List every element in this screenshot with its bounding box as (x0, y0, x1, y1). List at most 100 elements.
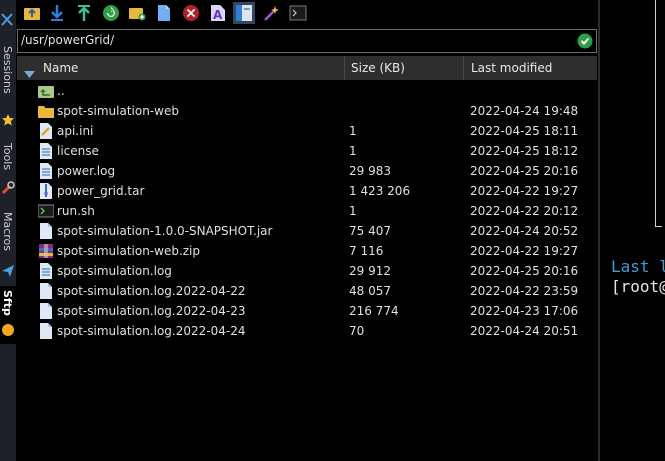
file-icon (38, 223, 54, 239)
column-divider[interactable] (463, 56, 464, 80)
file-modified: 2022-04-24 20:52 (470, 224, 579, 238)
text-file-icon (38, 143, 54, 159)
file-size: 1 (349, 204, 357, 218)
tab-tools-label: Tools (1, 143, 14, 171)
parent-folder-button[interactable] (21, 2, 43, 24)
file-size: 29 983 (349, 164, 391, 178)
tab-sessions-label: Sessions (1, 46, 14, 94)
close-icon[interactable] (0, 10, 16, 30)
text-file-icon (38, 163, 54, 179)
file-icon (38, 323, 54, 339)
terminal-icon (289, 5, 307, 21)
file-row-parent[interactable]: .. (16, 81, 598, 101)
file-size: 29 912 (349, 264, 391, 278)
open-terminal-button[interactable] (287, 2, 309, 24)
file-row[interactable]: api.ini 1 2022-04-25 18:11 (16, 121, 598, 141)
follow-terminal-button[interactable] (233, 2, 255, 24)
refresh-icon (103, 5, 119, 21)
check-icon[interactable] (577, 33, 593, 53)
tools-icon (1, 180, 15, 199)
file-size: 1 (349, 144, 357, 158)
file-name: run.sh (57, 204, 95, 218)
file-name: spot-simulation.log.2022-04-24 (57, 324, 246, 338)
file-icon (38, 283, 54, 299)
tab-sftp-active[interactable]: Sftp (0, 286, 16, 344)
file-size: 70 (349, 324, 365, 338)
file-modified: 2022-04-24 20:51 (470, 324, 579, 338)
file-modified: 2022-04-23 17:06 (470, 304, 579, 318)
column-header-name[interactable]: Name (43, 56, 78, 80)
new-folder-button[interactable] (126, 2, 148, 24)
left-sidebar: Sessions Tools Macros Sftp (0, 0, 17, 461)
settings-wand-button[interactable] (260, 2, 282, 24)
file-row[interactable]: power_grid.tar 1 423 206 2022-04-22 19:2… (16, 181, 598, 201)
file-row[interactable]: spot-simulation.log.2022-04-23 216 774 2… (16, 301, 598, 321)
folder-icon (38, 103, 54, 119)
delete-button[interactable] (180, 2, 202, 24)
column-divider[interactable] (344, 56, 345, 80)
new-file-button[interactable] (153, 2, 175, 24)
upload-arrow-icon (78, 5, 90, 21)
sftp-icon (1, 322, 15, 341)
file-size: 1 423 206 (349, 184, 411, 198)
sftp-browser-panel: A /usr/powerGrid/ Name Size (KB) Last mo… (16, 0, 598, 461)
file-row[interactable]: spot-simulation.log.2022-04-24 70 2022-0… (16, 321, 598, 341)
file-row[interactable]: spot-simulation.log.2022-04-22 48 057 20… (16, 281, 598, 301)
parent-folder-icon (38, 83, 54, 99)
file-modified: 2022-04-25 18:11 (470, 124, 579, 138)
file-name: spot-simulation-web (57, 104, 179, 118)
file-modified: 2022-04-25 20:16 (470, 164, 579, 178)
file-name: spot-simulation-web.zip (57, 244, 201, 258)
column-header-modified[interactable]: Last modified (471, 56, 552, 80)
tab-macros[interactable]: Macros (0, 212, 16, 262)
file-size: 1 (349, 124, 357, 138)
file-name: api.ini (57, 124, 94, 138)
svg-text:A: A (213, 8, 223, 22)
archive-file-icon (38, 183, 54, 199)
refresh-button[interactable] (100, 2, 122, 24)
terminal-banner-box (655, 0, 662, 227)
file-size: 216 774 (349, 304, 399, 318)
delete-icon (183, 5, 199, 21)
new-folder-icon (129, 8, 146, 21)
path-bar[interactable]: /usr/powerGrid/ (17, 29, 597, 53)
file-list-header: Name Size (KB) Last modified (17, 56, 597, 80)
file-modified: 2022-04-24 19:48 (470, 104, 579, 118)
file-list: .. spot-simulation-web 2022-04-24 19:48 … (16, 81, 598, 341)
file-row[interactable]: spot-simulation-1.0.0-SNAPSHOT.jar 75 40… (16, 221, 598, 241)
file-size: 48 057 (349, 284, 391, 298)
upload-button[interactable] (73, 2, 95, 24)
file-size: 7 116 (349, 244, 384, 258)
macro-send-icon (1, 263, 15, 282)
file-name: power.log (57, 164, 116, 178)
file-row[interactable]: spot-simulation-web 2022-04-24 19:48 (16, 101, 598, 121)
terminal-line: Last l (611, 257, 665, 276)
terminal-pane[interactable]: Last l [root@ (600, 0, 665, 461)
terminal-prompt: [root@ (611, 277, 665, 296)
download-button[interactable] (46, 2, 68, 24)
file-name: spot-simulation.log.2022-04-23 (57, 304, 246, 318)
file-modified: 2022-04-25 18:12 (470, 144, 579, 158)
column-header-size[interactable]: Size (KB) (351, 56, 405, 80)
file-name: spot-simulation.log (57, 264, 172, 278)
file-modified: 2022-04-22 19:27 (470, 244, 579, 258)
file-name: license (57, 144, 99, 158)
path-input[interactable]: /usr/powerGrid/ (21, 33, 114, 47)
ini-file-icon (38, 123, 54, 139)
tab-sessions[interactable]: Sessions (0, 46, 16, 106)
file-row[interactable]: spot-simulation.log 29 912 2022-04-25 20… (16, 261, 598, 281)
download-arrow-icon (51, 5, 63, 21)
file-row[interactable]: spot-simulation-web.zip 7 116 2022-04-22… (16, 241, 598, 261)
file-modified: 2022-04-25 20:16 (470, 264, 579, 278)
file-name: .. (57, 84, 65, 98)
folder-up-icon (24, 8, 40, 20)
tab-tools[interactable]: Tools (0, 143, 16, 183)
tab-macros-label: Macros (1, 212, 14, 252)
file-row[interactable]: license 1 2022-04-25 18:12 (16, 141, 598, 161)
file-row[interactable]: power.log 29 983 2022-04-25 20:16 (16, 161, 598, 181)
rename-button[interactable]: A (207, 2, 229, 24)
file-modified: 2022-04-22 20:12 (470, 204, 579, 218)
rename-icon: A (211, 5, 225, 22)
sftp-toolbar: A (16, 0, 598, 26)
file-row[interactable]: run.sh 1 2022-04-22 20:12 (16, 201, 598, 221)
